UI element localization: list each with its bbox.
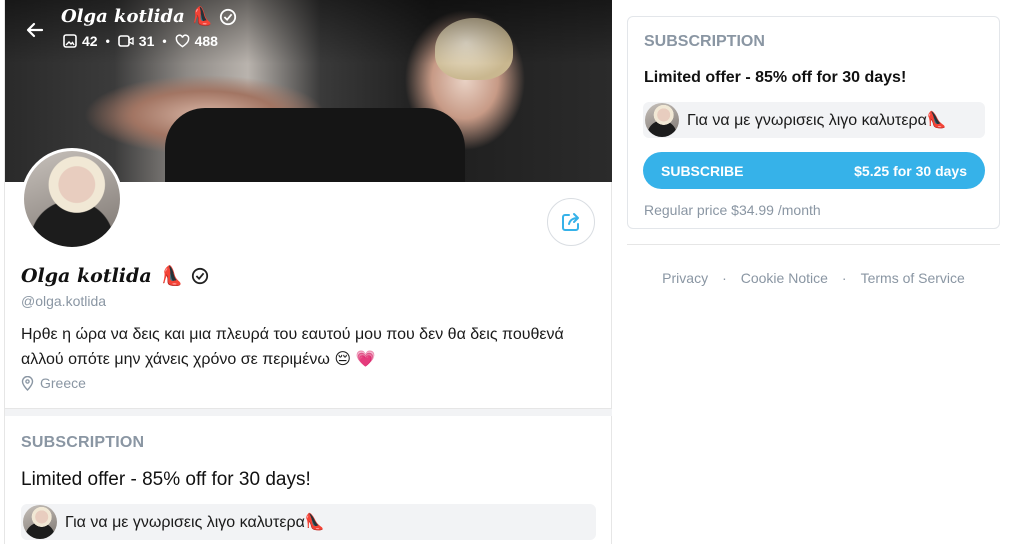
image-icon — [63, 34, 77, 48]
subscribe-label: SUBSCRIBE — [661, 162, 744, 179]
profile-stats: 42 • 31 • 488 — [63, 33, 218, 49]
subscribe-button[interactable]: SUBSCRIBE $5.25 for 30 days — [643, 152, 985, 189]
cover-profile-name: 𝑶𝒍𝒈𝒂 𝒌𝒐𝒕𝒍𝒊𝒅𝒂 👠 — [61, 6, 237, 27]
verified-badge-icon — [220, 8, 237, 25]
footer-links: Privacy · Cookie Notice · Terms of Servi… — [662, 270, 965, 286]
avatar[interactable] — [21, 148, 123, 250]
stat-videos: 31 — [117, 33, 154, 49]
profile-handle: @olga.kotlida — [21, 293, 107, 309]
regular-price: Regular price $34.99 /month — [644, 202, 821, 218]
subscription-card: SUBSCRIPTION Limited offer - 85% off for… — [627, 16, 1000, 229]
share-button[interactable] — [547, 198, 595, 246]
terms-link[interactable]: Terms of Service — [861, 270, 965, 286]
profile-bio: Ηρθε η ώρα να δεις και μια πλευρά του εα… — [21, 326, 564, 368]
privacy-link[interactable]: Privacy — [662, 270, 708, 286]
offer-text: Limited offer - 85% off for 30 days! — [21, 469, 311, 490]
offer-text: Limited offer - 85% off for 30 days! — [644, 69, 907, 86]
stat-likes: 488 — [175, 33, 218, 49]
subscription-heading: SUBSCRIPTION — [644, 33, 765, 50]
profile-location: Greece — [21, 375, 86, 391]
section-divider — [5, 408, 612, 416]
heart-icon — [175, 34, 189, 48]
location-pin-icon — [21, 375, 34, 391]
share-icon — [562, 213, 579, 231]
cookie-notice-link[interactable]: Cookie Notice — [741, 270, 828, 286]
avatar — [23, 505, 57, 539]
back-button[interactable] — [19, 14, 51, 46]
profile-name: 𝑶𝒍𝒈𝒂 𝒌𝒐𝒕𝒍𝒊𝒅𝒂 👠 — [21, 264, 209, 287]
stat-photos: 42 — [63, 33, 98, 49]
profile-column: 𝑶𝒍𝒈𝒂 𝒌𝒐𝒕𝒍𝒊𝒅𝒂 👠 42 • 31 • 488 𝑶𝒍𝒈𝒂 𝒌𝒐𝒕𝒍𝒊𝒅… — [4, 0, 612, 544]
divider — [627, 244, 1000, 245]
arrow-left-icon — [26, 22, 44, 38]
subscription-message: Για να με γνωρισεις λιγο καλυτερα👠 — [643, 102, 985, 138]
verified-badge-icon — [192, 267, 209, 284]
subscription-message: Για να με γνωρισεις λιγο καλυτερα👠 — [21, 504, 596, 540]
video-icon — [117, 35, 134, 47]
avatar — [645, 103, 679, 137]
subscribe-price: $5.25 for 30 days — [854, 162, 967, 179]
subscription-heading: SUBSCRIPTION — [21, 434, 145, 451]
